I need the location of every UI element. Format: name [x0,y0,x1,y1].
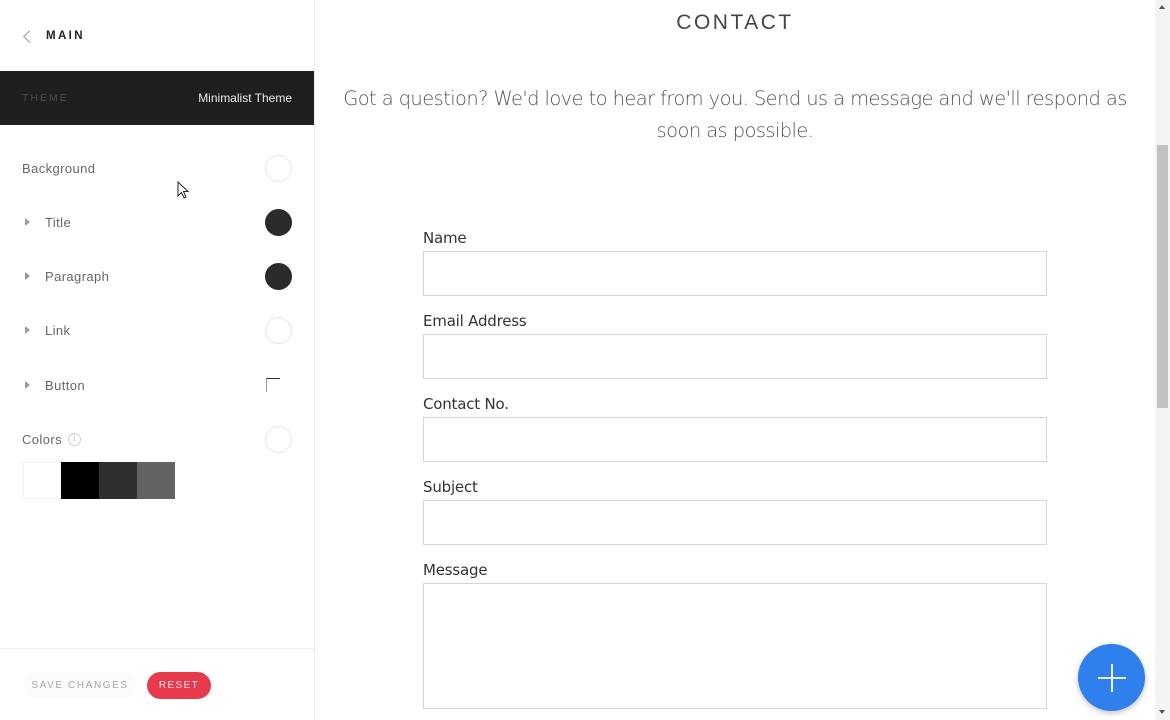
name-input[interactable] [423,251,1047,296]
color-palette [23,462,175,499]
setting-label: Background [22,160,96,176]
color-swatch-link[interactable] [265,316,292,344]
theme-sidebar: MAIN THEME Minimalist Theme Background T… [0,0,315,720]
caret-right-icon [25,326,30,334]
save-changes-button[interactable]: SAVE CHANGES [24,672,136,699]
setting-label: Paragraph [45,268,110,284]
caret-right-icon [25,381,30,389]
palette-color-dark-gray[interactable] [99,462,137,499]
theme-selector[interactable]: THEME Minimalist Theme [0,71,314,125]
theme-key: THEME [22,92,69,104]
subject-label: Subject [423,478,478,496]
palette-color-black[interactable] [61,462,99,499]
setting-label: Button [45,377,85,393]
plus-icon-vertical [1110,663,1113,692]
palette-color-white[interactable] [23,462,61,499]
setting-row-background[interactable]: Background [22,153,292,183]
color-swatch-title[interactable] [265,208,292,236]
intro-text: Got a question? We'd love to hear from y… [343,87,1127,142]
subject-input[interactable] [423,500,1047,545]
setting-row-button[interactable]: Button [22,370,292,400]
theme-value: Minimalist Theme [198,91,292,105]
mouse-cursor-icon [177,181,190,199]
contact-no-label: Contact No. [423,395,509,413]
page-preview: CONTACT Got a question? We'd love to hea… [315,0,1155,720]
name-label: Name [423,229,467,247]
setting-row-colors[interactable]: Colors i [22,424,292,454]
back-label: MAIN [46,30,85,42]
setting-row-link[interactable]: Link [22,315,292,345]
chevron-left-icon [23,29,36,43]
setting-label: Link [45,322,71,338]
email-input[interactable] [423,334,1047,379]
palette-color-gray[interactable] [137,462,175,499]
back-to-main-button[interactable]: MAIN [22,26,85,46]
email-label: Email Address [423,312,527,330]
setting-row-title[interactable]: Title [22,207,292,237]
reset-button[interactable]: RESET [147,672,211,699]
button-corner-style-icon[interactable] [266,378,280,392]
add-element-button[interactable] [1078,644,1145,711]
caret-right-icon [25,272,30,280]
setting-label: Title [45,214,72,230]
color-swatch-paragraph[interactable] [265,262,292,290]
color-swatch-colors[interactable] [265,425,292,453]
setting-label: Colors [22,431,62,447]
contact-no-input[interactable] [423,417,1047,462]
scrollbar-thumb[interactable] [1157,145,1168,408]
message-textarea[interactable] [423,583,1047,709]
page-title: CONTACT [676,11,794,34]
setting-row-paragraph[interactable]: Paragraph [22,261,292,291]
scroll-up-arrow-icon[interactable] [1159,5,1165,9]
info-icon[interactable]: i [67,432,81,446]
vertical-scrollbar[interactable] [1155,0,1170,720]
scroll-down-arrow-icon[interactable] [1159,710,1165,714]
message-label: Message [423,561,488,579]
caret-right-icon [25,218,30,226]
color-swatch-background[interactable] [265,154,292,182]
sidebar-footer: SAVE CHANGES RESET [0,648,314,720]
